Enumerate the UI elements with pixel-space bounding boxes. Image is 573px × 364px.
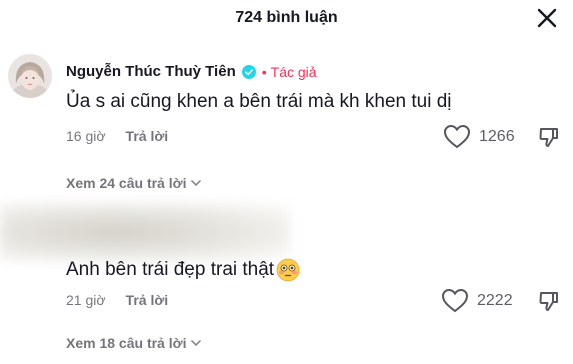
comment-count-title: 724 bình luận [235, 9, 338, 26]
reply-button[interactable]: Trả lời [126, 292, 169, 308]
chevron-down-icon [191, 180, 202, 187]
comment-author[interactable]: Nguyễn Thúc Thuỳ Tiên [66, 63, 236, 80]
view-replies-button[interactable]: Xem 18 câu trả lời [66, 335, 202, 351]
heart-icon [443, 124, 471, 149]
author-tag: Tác giả [270, 63, 317, 80]
comments-header: 724 bình luận [0, 0, 573, 36]
comment-text: Anh bên trái đẹp trai thật [66, 259, 275, 281]
comment-text: Ủa s ai cũng khen a bên trái mà kh khen … [66, 91, 452, 112]
flushed-face-emoji-icon [276, 258, 300, 282]
view-replies-label: Xem 24 câu trả lời [66, 175, 187, 191]
avatar[interactable] [8, 54, 52, 98]
like-button[interactable]: 1266 [443, 124, 515, 149]
comment-time: 21 giờ [66, 292, 106, 308]
thumbs-down-icon[interactable] [538, 290, 560, 312]
close-icon[interactable] [535, 6, 559, 30]
like-count: 2222 [477, 291, 513, 309]
blurred-avatar-area [0, 203, 290, 261]
thumbs-down-icon[interactable] [538, 126, 560, 148]
like-count: 1266 [479, 127, 515, 145]
verified-badge-icon [241, 64, 256, 79]
view-replies-label: Xem 18 câu trả lời [66, 335, 187, 351]
comment-time: 16 giờ [66, 128, 106, 144]
view-replies-button[interactable]: Xem 24 câu trả lời [66, 175, 202, 191]
separator-dot: • [261, 63, 267, 80]
like-button[interactable]: 2222 [441, 288, 513, 313]
chevron-down-icon [191, 340, 202, 347]
reply-button[interactable]: Trả lời [126, 128, 169, 144]
heart-icon [441, 288, 469, 313]
